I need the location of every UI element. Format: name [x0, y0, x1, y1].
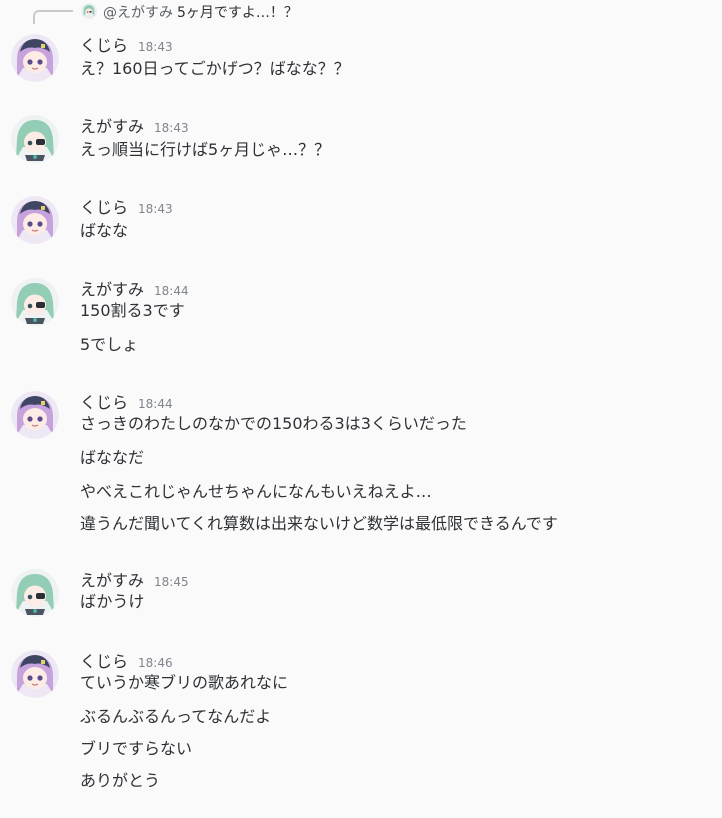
message-group: えがすみ 18:43 えっ順当に行けば5ヶ月じゃ…？？	[0, 113, 722, 163]
message-header: くじら 18:43	[80, 194, 173, 218]
timestamp[interactable]: 18:43	[154, 121, 189, 135]
message-group: くじら 18:44 さっきのわたしのなかでの150わる3は3くらいだった ばなな…	[0, 389, 722, 539]
timestamp[interactable]: 18:43	[138, 40, 173, 54]
message-header: えがすみ 18:43	[80, 113, 189, 137]
message-group: えがすみ 18:44 150割る3です 5でしょ	[0, 276, 722, 360]
message-line[interactable]: さっきのわたしのなかでの150わる3は3くらいだった	[80, 413, 467, 435]
message-header: くじら 18:43	[80, 32, 173, 56]
message-line[interactable]: え？160日ってごかげつ？ばなな？？	[80, 58, 350, 80]
message-group: えがすみ 18:45 ばかうけ	[0, 567, 722, 617]
timestamp[interactable]: 18:44	[154, 284, 189, 298]
timestamp[interactable]: 18:45	[154, 575, 189, 589]
avatar-kujira[interactable]	[11, 34, 59, 82]
reply-avatar-egasumi[interactable]	[81, 3, 97, 19]
message-line[interactable]: ぶるんぶるんってなんだよ	[80, 706, 271, 728]
author-name[interactable]: くじら	[80, 389, 128, 413]
message-line[interactable]: 150割る3です	[80, 300, 185, 322]
message-line[interactable]: ていうか寒ブリの歌あれなに	[80, 672, 288, 694]
message-line[interactable]: やべえこれじゃんせちゃんになんもいえねえよ…	[80, 481, 432, 503]
timestamp[interactable]: 18:43	[138, 202, 173, 216]
author-name[interactable]: くじら	[80, 194, 128, 218]
message-header: えがすみ 18:45	[80, 567, 189, 591]
message-line[interactable]: ブリですらない	[80, 738, 192, 760]
message-line[interactable]: えっ順当に行けば5ヶ月じゃ…？？	[80, 139, 330, 161]
reply-mention[interactable]: @えがすみ	[103, 5, 173, 21]
reply-text[interactable]: @えがすみ 5ヶ月ですよ…！？	[103, 2, 298, 22]
message-group: くじら 18:46 ていうか寒ブリの歌あれなに ぶるんぶるんってなんだよ ブリで…	[0, 648, 722, 798]
reply-content: 5ヶ月ですよ…！？	[177, 5, 298, 21]
avatar-egasumi[interactable]	[11, 115, 59, 163]
avatar-egasumi[interactable]	[11, 569, 59, 617]
avatar-kujira[interactable]	[11, 650, 59, 698]
message-header: くじら 18:44	[80, 389, 173, 413]
message-line[interactable]: 違うんだ聞いてくれ算数は出来ないけど数学は最低限できるんです	[80, 513, 558, 535]
reply-spine	[33, 10, 73, 24]
message-line[interactable]: ありがとう	[80, 770, 160, 792]
author-name[interactable]: くじら	[80, 648, 128, 672]
author-name[interactable]: えがすみ	[80, 276, 144, 300]
timestamp[interactable]: 18:44	[138, 397, 173, 411]
author-name[interactable]: くじら	[80, 32, 128, 56]
message-line[interactable]: 5でしょ	[80, 334, 138, 356]
message-header: くじら 18:46	[80, 648, 173, 672]
message-line[interactable]: ばななだ	[80, 447, 144, 469]
message-line[interactable]: ばかうけ	[80, 591, 144, 613]
message-group: くじら 18:43 ばなな	[0, 194, 722, 244]
avatar-kujira[interactable]	[11, 196, 59, 244]
avatar-egasumi[interactable]	[11, 278, 59, 326]
author-name[interactable]: えがすみ	[80, 113, 144, 137]
message-line[interactable]: ばなな	[80, 220, 128, 242]
avatar-kujira[interactable]	[11, 391, 59, 439]
message-header: えがすみ 18:44	[80, 276, 189, 300]
timestamp[interactable]: 18:46	[138, 656, 173, 670]
author-name[interactable]: えがすみ	[80, 567, 144, 591]
message-group: くじら 18:43 え？160日ってごかげつ？ばなな？？	[0, 32, 722, 82]
